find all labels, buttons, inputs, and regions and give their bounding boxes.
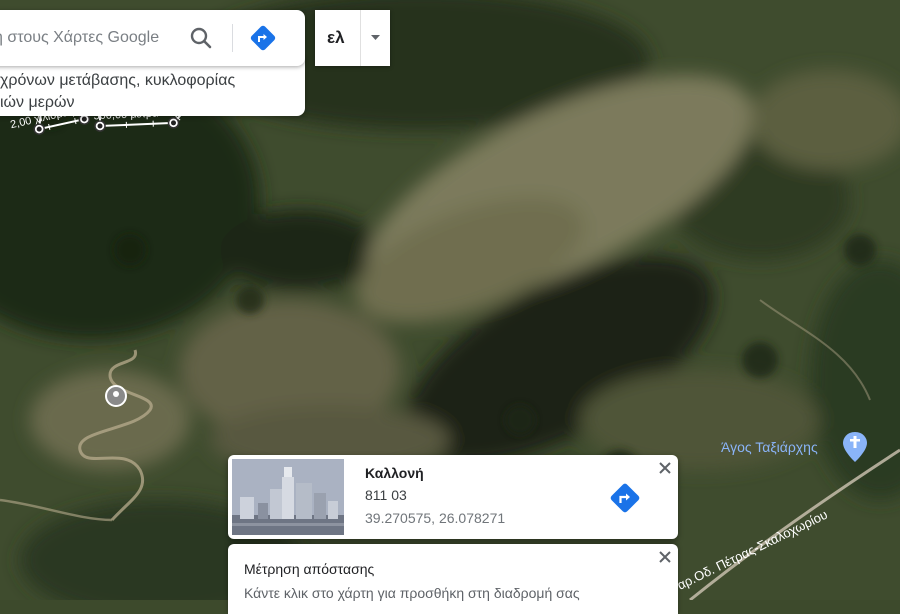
place-directions-icon[interactable] — [608, 481, 642, 515]
measure-point-center — [82, 117, 87, 122]
place-title: Καλλονή — [365, 465, 424, 481]
city-illustration-icon — [232, 459, 344, 535]
measure-hint: Κάντε κλικ στο χάρτη για προσθήκη στη δι… — [244, 585, 580, 601]
language-label[interactable]: ελ — [327, 28, 345, 48]
directions-icon[interactable] — [248, 23, 278, 53]
close-icon[interactable] — [656, 459, 674, 477]
language-dropdown-button[interactable] — [361, 10, 390, 66]
search-input[interactable] — [0, 22, 196, 54]
poi-label[interactable]: Άγος Ταξιάρχης — [721, 439, 818, 455]
search-divider — [232, 24, 233, 52]
measure-point-center — [37, 127, 42, 132]
measure-distance-panel: Μέτρηση απόστασης Κάντε κλικ στο χάρτη γ… — [228, 544, 678, 614]
place-thumbnail[interactable] — [232, 459, 344, 535]
suggestion-line-2: ιών μερών — [0, 92, 305, 114]
place-coordinates[interactable]: 39.270575, 26.078271 — [365, 510, 505, 526]
location-pin-icon[interactable] — [106, 386, 126, 406]
close-icon[interactable] — [656, 548, 674, 566]
measure-title: Μέτρηση απόστασης — [244, 561, 374, 577]
search-box[interactable] — [0, 10, 305, 66]
place-postal-code: 811 03 — [365, 487, 407, 503]
measure-point-center — [98, 124, 103, 129]
place-card[interactable]: Καλλονή 811 03 39.270575, 26.078271 — [228, 455, 678, 539]
search-icon[interactable] — [187, 24, 215, 52]
suggestion-line-1: χρόνων μετάβασης, κυκλοφορίας — [0, 70, 305, 92]
measure-point-center — [171, 120, 176, 125]
language-selector[interactable]: ελ — [315, 10, 390, 66]
caret-down-icon — [361, 10, 390, 66]
